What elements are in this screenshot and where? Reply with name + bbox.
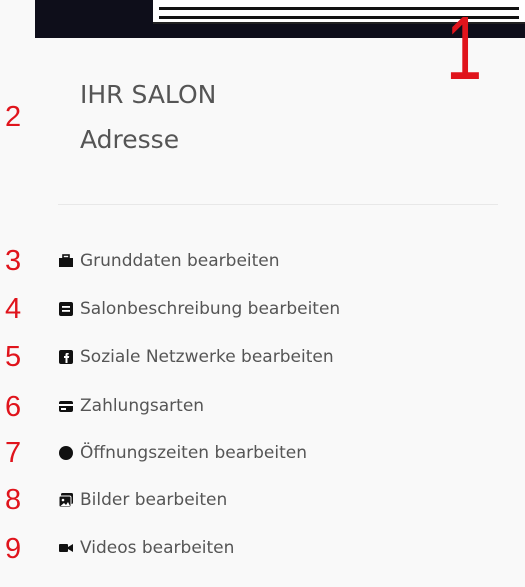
- menu-item-zahlungsarten[interactable]: Zahlungsarten: [58, 393, 204, 419]
- divider: [58, 204, 498, 205]
- menu-item-label: Grunddaten bearbeiten: [80, 251, 280, 271]
- annotation-marker-1: 1: [446, 0, 483, 99]
- book-icon: [58, 301, 74, 317]
- menu-item-videos[interactable]: Videos bearbeiten: [58, 535, 234, 561]
- annotation-marker-8: 8: [5, 484, 22, 516]
- menu-item-label: Salonbeschreibung bearbeiten: [80, 299, 341, 319]
- menu-item-oeffnungszeiten[interactable]: Öffnungszeiten bearbeiten: [58, 440, 307, 466]
- menu-item-grunddaten[interactable]: Grunddaten bearbeiten: [58, 248, 280, 274]
- annotation-marker-6: 6: [5, 391, 22, 423]
- annotation-marker-3: 3: [5, 245, 22, 277]
- menu-item-bilder[interactable]: Bilder bearbeiten: [58, 487, 227, 513]
- briefcase-icon: [58, 253, 74, 269]
- menu-item-label: Öffnungszeiten bearbeiten: [80, 443, 308, 463]
- images-icon: [58, 492, 74, 508]
- annotation-marker-9: 9: [5, 533, 22, 565]
- annotation-marker-5: 5: [5, 341, 22, 373]
- menu-item-label: Zahlungsarten: [80, 396, 205, 416]
- video-icon: [58, 540, 74, 556]
- menu-item-salonbeschreibung[interactable]: Salonbeschreibung bearbeiten: [58, 296, 340, 322]
- annotation-marker-2: 2: [5, 101, 22, 133]
- annotation-marker-4: 4: [5, 293, 22, 325]
- annotation-marker-7: 7: [5, 437, 22, 469]
- credit-card-icon: [58, 398, 74, 414]
- salon-name: IHR SALON: [80, 80, 217, 109]
- menu-item-label: Videos bearbeiten: [80, 538, 235, 558]
- facebook-icon: [58, 349, 74, 365]
- salon-address: Adresse: [80, 125, 180, 154]
- menu-item-label: Soziale Netzwerke bearbeiten: [80, 347, 334, 367]
- menu-item-label: Bilder bearbeiten: [80, 490, 228, 510]
- menu-item-soziale-netzwerke[interactable]: Soziale Netzwerke bearbeiten: [58, 344, 334, 370]
- clock-icon: [58, 445, 74, 461]
